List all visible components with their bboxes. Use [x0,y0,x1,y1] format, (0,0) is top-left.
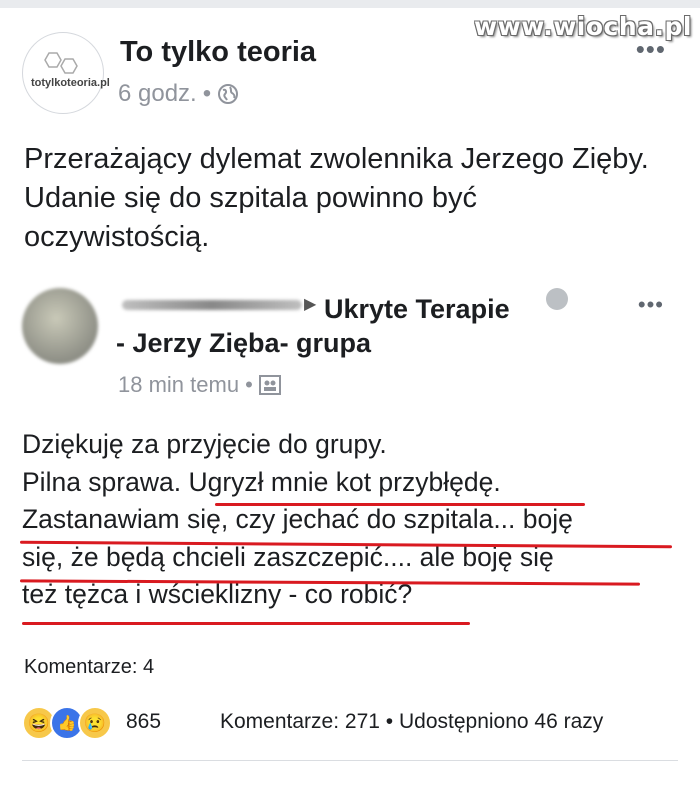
post-meta: 6 godz. • [118,80,239,108]
post-time[interactable]: 6 godz. [118,80,197,108]
triangle-right-icon: ▶ [304,296,317,313]
shared-time[interactable]: 18 min temu [118,372,239,398]
group-name[interactable]: Ukryte Terapie [324,290,554,328]
underline-4 [22,622,470,625]
top-bar [0,0,700,8]
group-badge-icon [546,288,568,310]
group-icon [258,375,281,395]
shared-post-text: Dziękuję za przyjęcie do grupy. Pilna sp… [22,426,682,614]
reaction-count[interactable]: 865 [126,710,161,734]
shared-line-2a: Pilna sprawa. [22,466,189,497]
more-icon[interactable]: ••• [638,292,664,318]
more-icon[interactable]: ••• [636,36,666,62]
divider [22,760,678,761]
shared-meta: 18 min temu • [118,372,281,398]
underline-1 [215,503,585,506]
shared-line-3: Zastanawiam się, czy jechać do szpitala.… [22,504,573,534]
comments-count[interactable]: Komentarze: 271 [220,710,380,733]
group-name-continued[interactable]: - Jerzy Zięba- grupa [116,328,371,359]
shared-line-1: Dziękuję za przyjęcie do grupy. [22,429,387,459]
shared-comments-count[interactable]: Komentarze: 4 [24,656,154,679]
shared-line-2: Pilna sprawa. Ugryzł mnie kot przybłędę. [22,464,682,502]
meta-separator: • [202,80,212,107]
sad-reaction-icon: 😢 [78,706,112,740]
meta-separator: • [245,372,253,397]
avatar-logo-text: totylkoteoria.pl [31,77,110,89]
globe-icon [218,84,239,104]
footer-separator: • [385,710,394,733]
blurred-author-name [122,300,302,310]
page-avatar[interactable]: totylkoteoria.pl [22,32,110,114]
reactions[interactable]: 😆 👍 😢 [22,706,112,740]
footer-stats: Komentarze: 271 • Udostępniono 46 razy [220,710,603,734]
shared-line-2b: Ugryzł mnie kot przybłędę. [188,466,501,497]
page-name[interactable]: To tylko teoria [120,36,316,69]
blurred-avatar [22,288,98,364]
shares-count[interactable]: Udostępniono 46 razy [399,710,603,733]
post-text: Przerażający dylemat zwolennika Jerzego … [24,143,649,253]
